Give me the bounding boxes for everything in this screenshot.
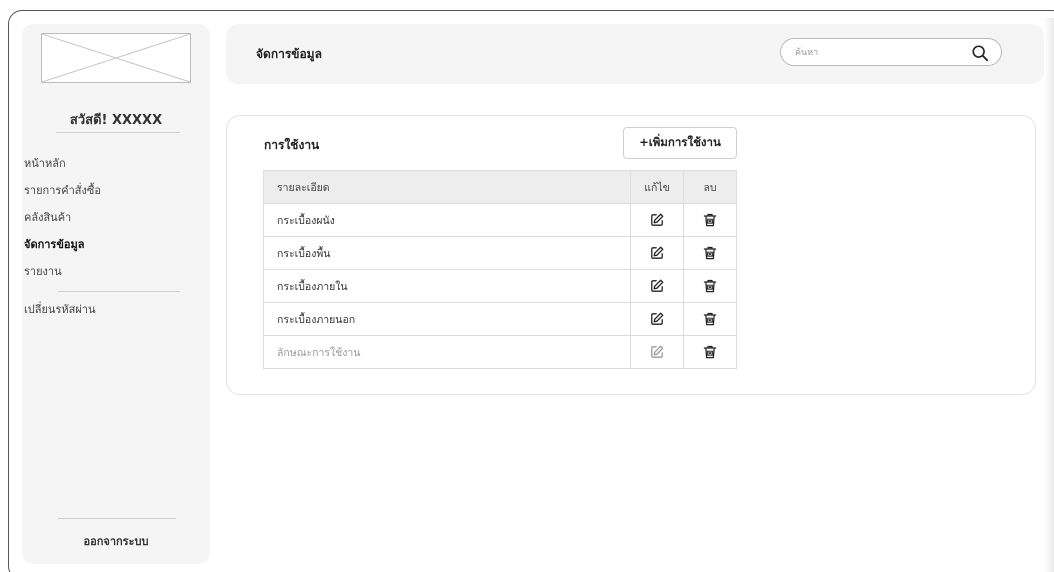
row-description: กระเบื้องผนัง bbox=[263, 203, 631, 237]
edit-icon[interactable] bbox=[649, 311, 665, 327]
sidebar-item-inventory[interactable]: คลังสินค้า bbox=[24, 208, 210, 227]
page-title: จัดการข้อมูล bbox=[256, 47, 322, 61]
add-usage-button[interactable]: +เพิ่มการใช้งาน bbox=[623, 127, 737, 159]
sidebar-divider bbox=[56, 132, 180, 133]
table-row: กระเบื้องพื้น bbox=[263, 236, 737, 270]
sidebar: สวัสดี! XXXXX หน้าหลัก รายการคำสั่งซื้อ … bbox=[22, 24, 210, 564]
delete-cell bbox=[683, 269, 737, 303]
delete-cell bbox=[683, 335, 737, 369]
row-description: กระเบื้องภายนอก bbox=[263, 302, 631, 336]
trash-icon[interactable] bbox=[702, 212, 718, 228]
window-shadow bbox=[1044, 18, 1054, 572]
edit-cell bbox=[630, 269, 684, 303]
delete-cell bbox=[683, 203, 737, 237]
logout-button[interactable]: ออกจากระบบ bbox=[22, 532, 210, 550]
sidebar-divider bbox=[58, 291, 180, 292]
search-box bbox=[780, 38, 1002, 66]
sidebar-item-change-password[interactable]: เปลี่ยนรหัสผ่าน bbox=[24, 300, 95, 319]
edit-icon[interactable] bbox=[649, 245, 665, 261]
sidebar-item-data-management[interactable]: จัดการข้อมูล bbox=[24, 235, 210, 254]
search-input[interactable] bbox=[795, 45, 955, 61]
row-description: ลักษณะการใช้งาน bbox=[263, 335, 631, 369]
table-row: ลักษณะการใช้งาน bbox=[263, 335, 737, 369]
usage-card: การใช้งาน +เพิ่มการใช้งาน รายละเอียด แก้… bbox=[226, 115, 1036, 395]
sidebar-nav: หน้าหลัก รายการคำสั่งซื้อ คลังสินค้า จัด… bbox=[24, 154, 210, 289]
trash-icon[interactable] bbox=[702, 245, 718, 261]
edit-icon[interactable] bbox=[649, 278, 665, 294]
greeting: สวัสดี! XXXXX bbox=[69, 113, 163, 128]
header-bar: จัดการข้อมูล bbox=[226, 24, 1044, 84]
usage-table: รายละเอียด แก้ไข ลบ กระเบื้องผนัง กระเบื… bbox=[263, 170, 737, 369]
table-row: กระเบื้องผนัง bbox=[263, 203, 737, 237]
edit-cell bbox=[630, 302, 684, 336]
logo-placeholder bbox=[41, 33, 191, 83]
edit-cell bbox=[630, 335, 684, 369]
edit-cell bbox=[630, 203, 684, 237]
logo-placeholder-image bbox=[42, 34, 190, 82]
trash-icon[interactable] bbox=[702, 344, 718, 360]
edit-icon[interactable] bbox=[649, 344, 665, 360]
delete-cell bbox=[683, 236, 737, 270]
table-row: กระเบื้องภายใน bbox=[263, 269, 737, 303]
column-header-description: รายละเอียด bbox=[263, 170, 631, 204]
sidebar-item-reports[interactable]: รายงาน bbox=[24, 262, 210, 281]
row-description: กระเบื้องภายใน bbox=[263, 269, 631, 303]
row-description: กระเบื้องพื้น bbox=[263, 236, 631, 270]
trash-icon[interactable] bbox=[702, 311, 718, 327]
edit-icon[interactable] bbox=[649, 212, 665, 228]
edit-cell bbox=[630, 236, 684, 270]
column-header-delete: ลบ bbox=[683, 170, 737, 204]
delete-cell bbox=[683, 302, 737, 336]
table-row: กระเบื้องภายนอก bbox=[263, 302, 737, 336]
column-header-edit: แก้ไข bbox=[630, 170, 684, 204]
search-icon[interactable] bbox=[971, 44, 989, 62]
sidebar-item-orders[interactable]: รายการคำสั่งซื้อ bbox=[24, 181, 210, 200]
sidebar-divider bbox=[58, 518, 176, 519]
sidebar-item-home[interactable]: หน้าหลัก bbox=[24, 154, 210, 173]
table-header-row: รายละเอียด แก้ไข ลบ bbox=[263, 170, 737, 204]
trash-icon[interactable] bbox=[702, 278, 718, 294]
card-title: การใช้งาน bbox=[264, 138, 320, 152]
